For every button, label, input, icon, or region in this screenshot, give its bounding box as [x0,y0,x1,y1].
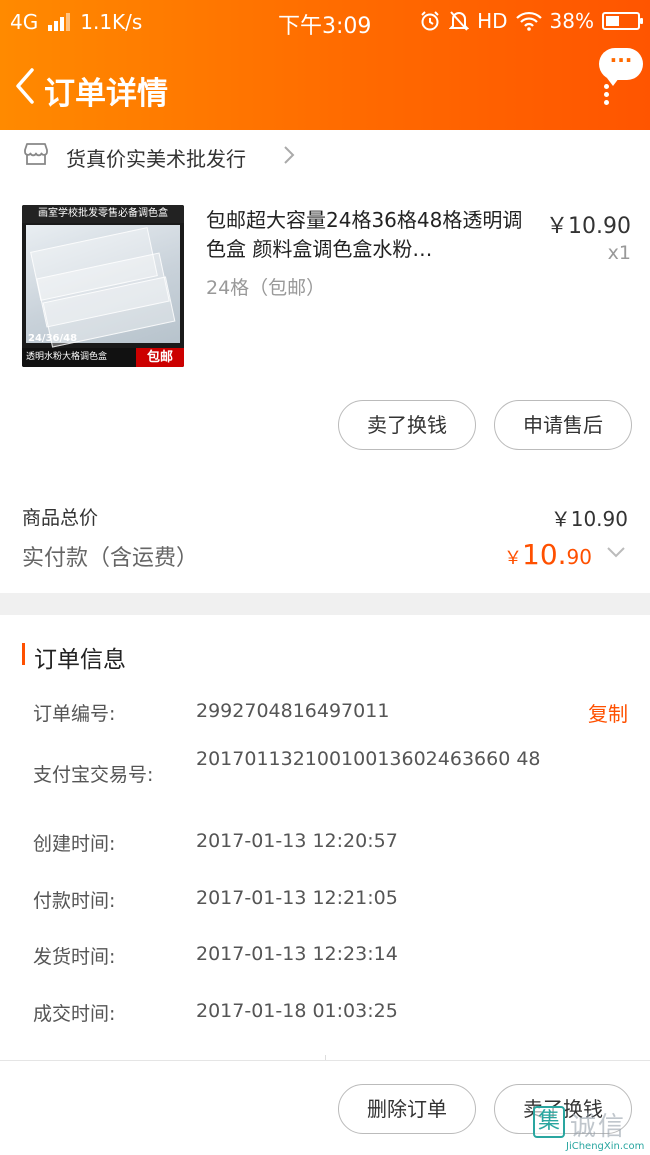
watermark-text: 诚信 [570,1112,627,1142]
more-menu-icon[interactable] [603,84,611,105]
order-number-label: 订单编号: [33,703,116,725]
wifi-icon [515,11,542,31]
status-time: 下午3:09 [278,14,372,39]
shop-row[interactable]: 货真价实美术批发行 [0,130,650,182]
thumbnail-badge: 包邮 [136,348,184,367]
app-header: 4G 1.1K/s 下午3:09 HD 38% 订单详情 ··· [0,0,650,130]
paid-amount: ￥10.90 [504,538,592,571]
paid-integer: 10. [522,538,567,571]
back-icon[interactable] [10,62,40,110]
paid-time-label: 付款时间: [33,890,116,912]
thumbnail-top-text: 画室学校批发零售必备调色盒 [22,205,184,223]
created-time-label: 创建时间: [33,833,116,855]
thumbnail-trays [26,225,180,348]
order-number-value: 2992704816497011 [196,700,390,722]
paid-decimal: 90 [566,545,592,569]
product-quantity: x1 [607,242,631,264]
status-bar: 4G 1.1K/s 下午3:09 HD 38% [0,0,650,44]
alipay-trade-value: 20170113210010013602463660 48 [196,748,541,770]
chevron-right-icon [284,146,295,164]
battery-icon [602,12,643,30]
network-type: 4G [10,10,39,34]
chat-bubble-icon[interactable]: ··· [599,48,643,86]
shop-name[interactable]: 货真价实美术批发行 [66,143,246,172]
battery-percent: 38% [549,9,594,33]
shipped-time-label: 发货时间: [33,946,116,968]
shop-icon [24,143,48,165]
shipped-time-value: 2017-01-13 12:23:14 [196,943,398,965]
mute-icon [449,11,470,31]
watermark-sub: JiChengXin.com [566,1141,645,1152]
thumbnail-desc-text: 透明水粉大格调色盒 [26,352,108,362]
product-title[interactable]: 包邮超大容量24格36格48格透明调色盒 颜料盒调色盒水粉… [206,206,528,264]
copy-button[interactable]: 复制 [588,698,628,727]
after-sale-button[interactable]: 申请售后 [494,400,632,450]
paid-label: 实付款（含运费） [22,546,199,571]
network-speed: 1.1K/s [80,10,143,34]
created-time-value: 2017-01-13 12:20:57 [196,830,398,852]
product-thumbnail[interactable]: 画室学校批发零售必备调色盒 24/36/48 透明水粉大格调色盒 包邮 [22,205,184,367]
section-divider [0,593,650,615]
chevron-down-icon[interactable] [606,545,626,559]
section-accent-bar [22,643,25,665]
total-label: 商品总价 [22,507,99,529]
completed-time-value: 2017-01-18 01:03:25 [196,1000,398,1022]
signal-icon [48,13,71,31]
total-value: ￥10.90 [550,507,628,531]
watermark: 集 诚信 JiChengXin.com [530,1104,650,1154]
hd-indicator: HD [477,9,508,33]
delete-order-button[interactable]: 删除订单 [338,1084,476,1134]
alarm-icon [421,11,439,31]
page-title: 订单详情 [44,76,168,112]
thumbnail-bottom-strip: 透明水粉大格调色盒 包邮 [22,348,184,367]
product-spec: 24格（包邮） [206,277,326,299]
sell-item-button[interactable]: 卖了换钱 [338,400,476,450]
thumbnail-sizes-text: 24/36/48 [28,333,78,344]
paid-currency: ￥ [504,548,523,569]
paid-time-value: 2017-01-13 12:21:05 [196,887,398,909]
alipay-trade-label: 支付宝交易号: [33,764,154,786]
completed-time-label: 成交时间: [33,1003,116,1025]
watermark-logo-icon: 集 [533,1106,565,1138]
order-info-title: 订单信息 [34,647,126,673]
product-price: ￥10.90 [546,214,631,239]
